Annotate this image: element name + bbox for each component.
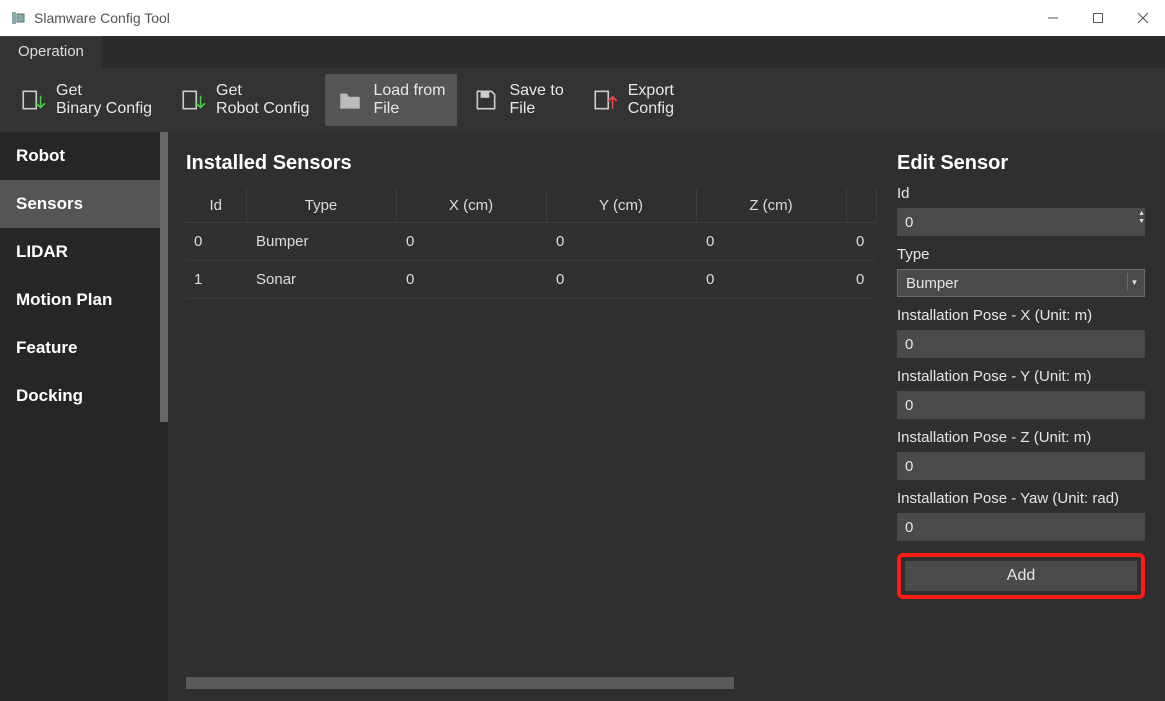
ribbon-label-line1: Export (628, 82, 674, 100)
sidebar-scrollbar[interactable] (160, 132, 168, 422)
minimize-button[interactable] (1030, 4, 1075, 32)
save-icon (473, 87, 499, 113)
get-binary-config-button[interactable]: Get Binary Config (8, 74, 164, 126)
ribbon-label-line2: Robot Config (216, 100, 309, 118)
label-pose-x: Installation Pose - X (Unit: m) (897, 307, 1145, 324)
table-row[interactable]: 1 Sonar 0 0 0 0 (186, 261, 876, 299)
cell-type: Bumper (246, 223, 396, 261)
window-title: Slamware Config Tool (34, 10, 170, 26)
sensors-table: Id Type X (cm) Y (cm) Z (cm) 0 Bumper 0 … (186, 189, 877, 299)
export-config-icon (592, 87, 618, 113)
installed-sensors-pane: Installed Sensors Id Type X (cm) Y (cm) … (168, 132, 877, 701)
menu-bar: Operation (0, 36, 1165, 68)
sidebar-item-motion-plan[interactable]: Motion Plan (0, 276, 168, 324)
label-type: Type (897, 246, 1145, 263)
cell-z: 0 (696, 223, 846, 261)
edit-sensor-pane: Edit Sensor Id ▲▼ Type Bumper ▼ Installa… (877, 132, 1165, 701)
sidebar-item-lidar[interactable]: LIDAR (0, 228, 168, 276)
export-config-button[interactable]: Export Config (580, 74, 686, 126)
cell-x: 0 (396, 223, 546, 261)
cell-x: 0 (396, 261, 546, 299)
close-button[interactable] (1120, 4, 1165, 32)
cell-extra: 0 (846, 223, 876, 261)
cell-id: 0 (186, 223, 246, 261)
id-field[interactable] (897, 208, 1145, 236)
installed-sensors-title: Installed Sensors (186, 152, 877, 175)
content-area: Robot Sensors LIDAR Motion Plan Feature … (0, 132, 1165, 701)
sidebar-item-feature[interactable]: Feature (0, 324, 168, 372)
main-pane: Installed Sensors Id Type X (cm) Y (cm) … (168, 132, 1165, 701)
col-x[interactable]: X (cm) (396, 189, 546, 223)
get-robot-config-button[interactable]: Get Robot Config (168, 74, 321, 126)
save-to-file-button[interactable]: Save to File (461, 74, 575, 126)
label-pose-y: Installation Pose - Y (Unit: m) (897, 368, 1145, 385)
add-button-highlight: Add (897, 553, 1145, 599)
table-header-row: Id Type X (cm) Y (cm) Z (cm) (186, 189, 876, 223)
ribbon-toolbar: Get Binary Config Get Robot Config Load … (0, 68, 1165, 132)
pose-yaw-field[interactable] (897, 513, 1145, 541)
ribbon-label-line2: File (509, 100, 563, 118)
download-config-icon (20, 87, 46, 113)
scrollbar-thumb[interactable] (186, 677, 734, 689)
cell-extra: 0 (846, 261, 876, 299)
ribbon-label-line2: Config (628, 100, 674, 118)
col-z[interactable]: Z (cm) (696, 189, 846, 223)
type-select[interactable]: Bumper (897, 269, 1145, 297)
sidebar-item-sensors[interactable]: Sensors (0, 180, 168, 228)
folder-open-icon (337, 87, 363, 113)
col-id[interactable]: Id (186, 189, 246, 223)
app-icon (10, 10, 26, 26)
cell-id: 1 (186, 261, 246, 299)
title-bar: Slamware Config Tool (0, 0, 1165, 36)
ribbon-label-line1: Load from (373, 82, 445, 100)
load-from-file-button[interactable]: Load from File (325, 74, 457, 126)
edit-sensor-title: Edit Sensor (897, 152, 1145, 175)
label-pose-z: Installation Pose - Z (Unit: m) (897, 429, 1145, 446)
ribbon-label-line1: Get (56, 82, 152, 100)
table-horizontal-scrollbar[interactable] (186, 677, 871, 689)
col-extra[interactable] (846, 189, 876, 223)
label-id: Id (897, 185, 1145, 202)
cell-y: 0 (546, 223, 696, 261)
pose-x-field[interactable] (897, 330, 1145, 358)
cell-y: 0 (546, 261, 696, 299)
sidebar-item-robot[interactable]: Robot (0, 132, 168, 180)
col-y[interactable]: Y (cm) (546, 189, 696, 223)
col-type[interactable]: Type (246, 189, 396, 223)
tab-operation[interactable]: Operation (0, 36, 102, 68)
sidebar-item-docking[interactable]: Docking (0, 372, 168, 420)
sidebar: Robot Sensors LIDAR Motion Plan Feature … (0, 132, 168, 701)
cell-z: 0 (696, 261, 846, 299)
ribbon-label-line1: Save to (509, 82, 563, 100)
pose-y-field[interactable] (897, 391, 1145, 419)
ribbon-label-line2: File (373, 100, 445, 118)
pose-z-field[interactable] (897, 452, 1145, 480)
id-spinner[interactable]: ▲▼ (1138, 210, 1145, 226)
download-config-icon (180, 87, 206, 113)
ribbon-label-line1: Get (216, 82, 309, 100)
maximize-button[interactable] (1075, 4, 1120, 32)
add-button[interactable]: Add (905, 561, 1137, 591)
ribbon-label-line2: Binary Config (56, 100, 152, 118)
cell-type: Sonar (246, 261, 396, 299)
table-row[interactable]: 0 Bumper 0 0 0 0 (186, 223, 876, 261)
label-pose-yaw: Installation Pose - Yaw (Unit: rad) (897, 490, 1145, 507)
